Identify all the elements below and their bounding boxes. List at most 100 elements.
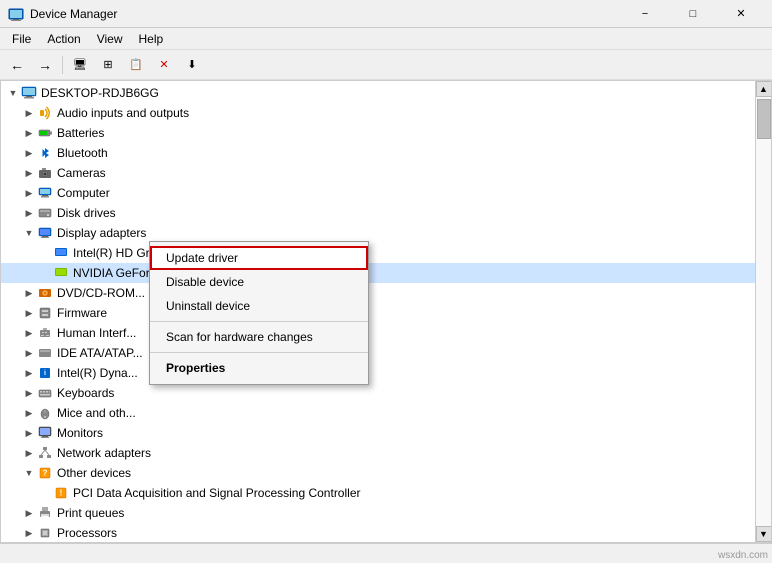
network-expand-icon: ▶ [21,445,37,461]
printq-expand-icon: ▶ [21,505,37,521]
tree-item-disk[interactable]: ▶ Disk drives [1,203,755,223]
svg-text:?: ? [43,469,48,478]
firmware-expand-icon: ▶ [21,305,37,321]
scroll-down-button[interactable]: ▼ [756,526,772,542]
monitors-label: Monitors [57,426,103,440]
disk-label: Disk drives [57,206,116,220]
context-menu-properties[interactable]: Properties [150,356,368,380]
tree-item-display[interactable]: ▼ Display adapters [1,223,755,243]
other-icon: ? [37,465,53,481]
scroll-up-button[interactable]: ▲ [756,81,772,97]
tree-item-batteries[interactable]: ▶ Batteries [1,123,755,143]
uninstall-button[interactable]: ✕ [151,53,177,77]
tree-item-audio[interactable]: ▶ Audio inputs and outputs [1,103,755,123]
root-expand-icon: ▼ [5,85,21,101]
other-expand-icon: ▼ [21,465,37,481]
scroll-track [756,97,771,526]
firmware-label: Firmware [57,306,107,320]
display-expand-icon: ▼ [21,225,37,241]
tree-root[interactable]: ▼ DESKTOP-RDJB6GG [1,83,755,103]
tree-item-other[interactable]: ▼ ? Other devices [1,463,755,483]
disk-icon [37,205,53,221]
app-icon [8,6,24,22]
menu-view[interactable]: View [89,30,131,48]
ide-label: IDE ATA/ATAP... [57,346,143,360]
svg-text:!: ! [60,489,63,498]
tree-item-keyboards[interactable]: ▶ Keyboards [1,383,755,403]
context-menu-scan[interactable]: Scan for hardware changes [150,325,368,349]
tree-item-nvidia[interactable]: NVIDIA GeForce 940M [1,263,755,283]
ide-expand-icon: ▶ [21,345,37,361]
update-driver-button[interactable]: ⊞ [95,53,121,77]
keyboards-label: Keyboards [57,386,114,400]
toolbar-sep-1 [62,56,63,74]
human-icon [37,325,53,341]
menu-action[interactable]: Action [39,30,88,48]
network-label: Network adapters [57,446,151,460]
disk-expand-icon: ▶ [21,205,37,221]
tree-item-intel-dyn[interactable]: ▶ i Intel(R) Dyna... [1,363,755,383]
context-menu-disable[interactable]: Disable device [150,270,368,294]
watermark: wsxdn.com [718,550,768,561]
display-label: Display adapters [57,226,146,240]
properties-button[interactable]: 🖥 [67,53,93,77]
processors-label: Processors [57,526,117,540]
status-bar [0,543,772,563]
tree-item-network[interactable]: ▶ Network adapters [1,443,755,463]
menu-file[interactable]: File [4,30,39,48]
intel-hd-icon [53,245,69,261]
computer-expand-icon: ▶ [21,185,37,201]
context-menu-uninstall[interactable]: Uninstall device [150,294,368,318]
driver-rollback-button[interactable]: 📋 [123,53,149,77]
context-menu-sep1 [150,321,368,322]
audio-label: Audio inputs and outputs [57,106,189,120]
keyboards-expand-icon: ▶ [21,385,37,401]
scan-hardware-button[interactable]: ⬇ [179,53,205,77]
computer-icon [21,85,37,101]
app-title: Device Manager [30,7,622,21]
menu-help[interactable]: Help [131,30,172,48]
tree-item-computer[interactable]: ▶ Computer [1,183,755,203]
tree-item-monitors[interactable]: ▶ Monitors [1,423,755,443]
monitor-icon [37,425,53,441]
tree-item-human[interactable]: ▶ Human Interf... [1,323,755,343]
computer-label: Computer [57,186,110,200]
forward-button[interactable]: → [32,53,58,77]
maximize-button[interactable]: □ [670,0,716,28]
tree-item-printq[interactable]: ▶ Print queues [1,503,755,523]
scrollbar[interactable]: ▲ ▼ [755,81,771,542]
dvd-label: DVD/CD-ROM... [57,286,145,300]
minimize-button[interactable]: − [622,0,668,28]
device-tree[interactable]: ▼ DESKTOP-RDJB6GG ▶ Audio [1,81,755,542]
firmware-icon [37,305,53,321]
tree-item-ide[interactable]: ▶ IDE ATA/ATAP... [1,343,755,363]
context-menu: Update driver Disable device Uninstall d… [149,241,369,385]
tree-item-cameras[interactable]: ▶ Cameras [1,163,755,183]
bluetooth-expand-icon: ▶ [21,145,37,161]
printq-label: Print queues [57,506,124,520]
processors-expand-icon: ▶ [21,525,37,541]
tree-item-processors[interactable]: ▶ Processors [1,523,755,542]
tree-item-firmware[interactable]: ▶ Firmware [1,303,755,323]
back-button[interactable]: ← [4,53,30,77]
battery-icon [37,125,53,141]
network-icon [37,445,53,461]
cameras-expand-icon: ▶ [21,165,37,181]
display-icon [37,225,53,241]
close-button[interactable]: ✕ [718,0,764,28]
context-menu-update[interactable]: Update driver [150,246,368,270]
main-content: ▼ DESKTOP-RDJB6GG ▶ Audio [0,80,772,543]
tree-item-intel-hd[interactable]: Intel(R) HD Graphics 520 [1,243,755,263]
intel-dyn-expand-icon: ▶ [21,365,37,381]
scroll-thumb[interactable] [757,99,771,139]
tree-item-pci[interactable]: ! PCI Data Acquisition and Signal Proces… [1,483,755,503]
batteries-label: Batteries [57,126,104,140]
ide-icon [37,345,53,361]
context-menu-sep2 [150,352,368,353]
tree-item-bluetooth[interactable]: ▶ Bluetooth [1,143,755,163]
intel-dyn-icon: i [37,365,53,381]
human-label: Human Interf... [57,326,136,340]
batteries-expand-icon: ▶ [21,125,37,141]
tree-item-mice[interactable]: ▶ Mice and oth... [1,403,755,423]
tree-item-dvd[interactable]: ▶ DVD/CD-ROM... [1,283,755,303]
